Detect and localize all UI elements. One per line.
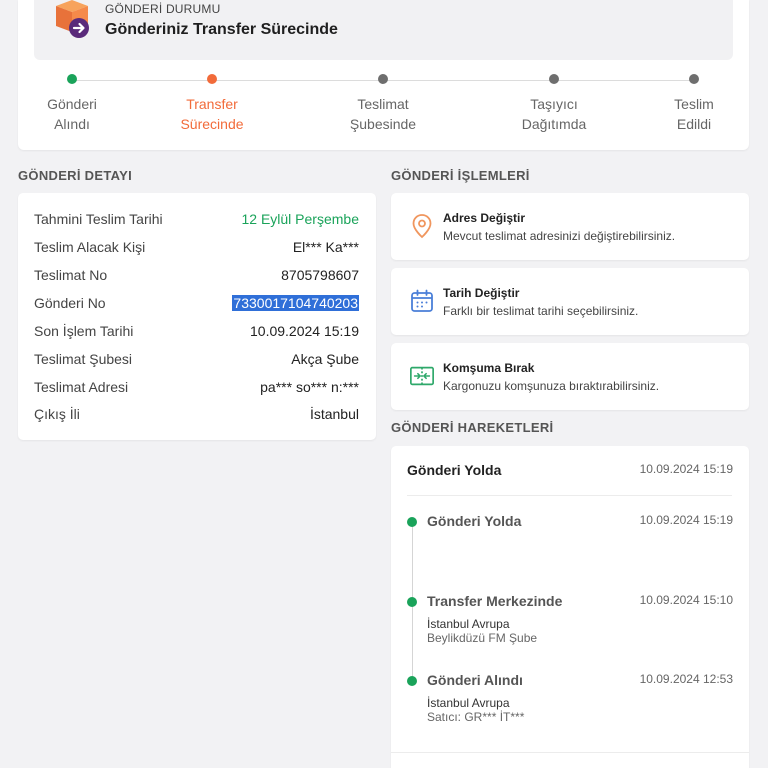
step-dot <box>207 74 217 84</box>
detail-row: Çıkış İli İstanbul <box>34 406 359 426</box>
event-sender: Satıcı: GR*** İT*** <box>427 710 525 724</box>
detail-value: 12 Eylül Perşembe <box>241 211 359 227</box>
parcel-transfer-icon <box>56 0 89 38</box>
detail-row: Gönderi No 7330017104740203 <box>34 295 359 315</box>
event-branch: Beylikdüzü FM Şube <box>427 631 538 645</box>
detail-value: İstanbul <box>309 406 359 422</box>
event-time: 10.09.2024 15:10 <box>639 593 733 607</box>
step-label: Teslimat Şubesinde <box>349 96 417 132</box>
step-delivered: Teslim Edildi <box>634 74 754 134</box>
step-dot <box>378 74 388 84</box>
detail-value: pa*** so*** n:*** <box>260 379 359 395</box>
detail-row: Teslimat Adresi pa*** so*** n:*** <box>34 379 359 399</box>
status-title: Gönderiniz Transfer Sürecinde <box>105 21 338 38</box>
step-dot <box>549 74 559 84</box>
detail-row: Teslimat Şubesi Akça Şube <box>34 351 359 371</box>
detail-key: Son İşlem Tarihi <box>34 323 134 339</box>
handover-icon <box>410 366 434 386</box>
detail-key: Teslimat Adresi <box>34 379 129 395</box>
op-desc: Farklı bir teslimat tarihi seçebilirsini… <box>443 304 639 318</box>
step-transfer: Transfer Sürecinde <box>152 74 272 134</box>
step-distribution: Taşıyıcı Dağıtımda <box>494 74 614 134</box>
detail-key: Teslim Alacak Kişi <box>34 239 146 255</box>
op-title: Tarih Değiştir <box>443 286 520 300</box>
event-location: İstanbul Avrupa <box>427 696 510 710</box>
detail-row: Teslim Alacak Kişi El*** Ka*** <box>34 239 359 259</box>
shipment-detail-card: Tahmini Teslim Tarihi 12 Eylül Perşembe … <box>18 193 376 440</box>
shipment-movements-card: Gönderi Yolda 10.09.2024 15:19 Gönderi Y… <box>391 446 749 768</box>
step-label: Transfer Sürecinde <box>180 96 244 132</box>
status-label: GÖNDERİ DURUMU <box>105 2 221 16</box>
step-label: Gönderi Alındı <box>47 96 97 132</box>
op-title: Komşuma Bırak <box>443 361 535 375</box>
detail-row: Teslimat No 8705798607 <box>34 267 359 287</box>
divider <box>407 495 732 496</box>
detail-key: Tahmini Teslim Tarihi <box>34 211 163 227</box>
calendar-icon <box>411 289 433 312</box>
status-card: GÖNDERİ DURUMU Gönderiniz Transfer Sürec… <box>18 0 749 150</box>
event-time: 10.09.2024 12:53 <box>639 672 733 686</box>
op-desc: Mevcut teslimat adresinizi değiştirebili… <box>443 229 676 243</box>
op-title: Adres Değiştir <box>443 211 526 225</box>
change-address-button[interactable]: Adres Değiştir Mevcut teslimat adresiniz… <box>391 193 749 260</box>
movement-current-status: Gönderi Yolda <box>407 462 502 478</box>
status-banner: GÖNDERİ DURUMU Gönderiniz Transfer Sürec… <box>34 0 733 60</box>
event-time: 10.09.2024 15:19 <box>639 513 733 527</box>
detail-value: El*** Ka*** <box>292 239 359 255</box>
detail-value: 10.09.2024 15:19 <box>250 323 359 339</box>
detail-row: Tahmini Teslim Tarihi 12 Eylül Perşembe <box>34 211 359 231</box>
movement-current-time: 10.09.2024 15:19 <box>639 462 733 476</box>
movements-section-title: GÖNDERİ HAREKETLERİ <box>391 420 554 435</box>
timeline-dot <box>407 597 417 607</box>
step-label: Teslim Edildi <box>674 96 714 132</box>
step-dot <box>67 74 77 84</box>
event-title: Transfer Merkezinde <box>427 593 563 609</box>
divider <box>391 752 749 753</box>
detail-section-title: GÖNDERİ DETAYI <box>18 168 132 183</box>
step-received: Gönderi Alındı <box>12 74 132 134</box>
step-dot <box>689 74 699 84</box>
detail-row: Son İşlem Tarihi 10.09.2024 15:19 <box>34 323 359 343</box>
op-desc: Kargonuzu komşunuza bıraktırabilirsiniz. <box>443 379 660 393</box>
step-branch: Teslimat Şubesinde <box>323 74 443 134</box>
location-pin-icon <box>412 214 432 239</box>
leave-with-neighbor-button[interactable]: Komşuma Bırak Kargonuzu komşunuza bırakt… <box>391 343 749 410</box>
tracking-number-selected[interactable]: 7330017104740203 <box>232 295 359 311</box>
detail-value: Akça Şube <box>291 351 359 367</box>
change-date-button[interactable]: Tarih Değiştir Farklı bir teslimat tarih… <box>391 268 749 335</box>
detail-key: Çıkış İli <box>34 406 80 422</box>
event-title: Gönderi Alındı <box>427 672 523 688</box>
operations-section-title: GÖNDERİ İŞLEMLERİ <box>391 168 530 183</box>
detail-key: Gönderi No <box>34 295 106 311</box>
event-location: İstanbul Avrupa <box>427 617 510 631</box>
timeline-dot <box>407 517 417 527</box>
detail-key: Teslimat No <box>34 267 108 283</box>
timeline-dot <box>407 676 417 686</box>
step-label: Taşıyıcı Dağıtımda <box>521 96 587 132</box>
detail-key: Teslimat Şubesi <box>34 351 133 367</box>
event-title: Gönderi Yolda <box>427 513 522 529</box>
detail-value[interactable]: 8705798607 <box>281 267 359 283</box>
